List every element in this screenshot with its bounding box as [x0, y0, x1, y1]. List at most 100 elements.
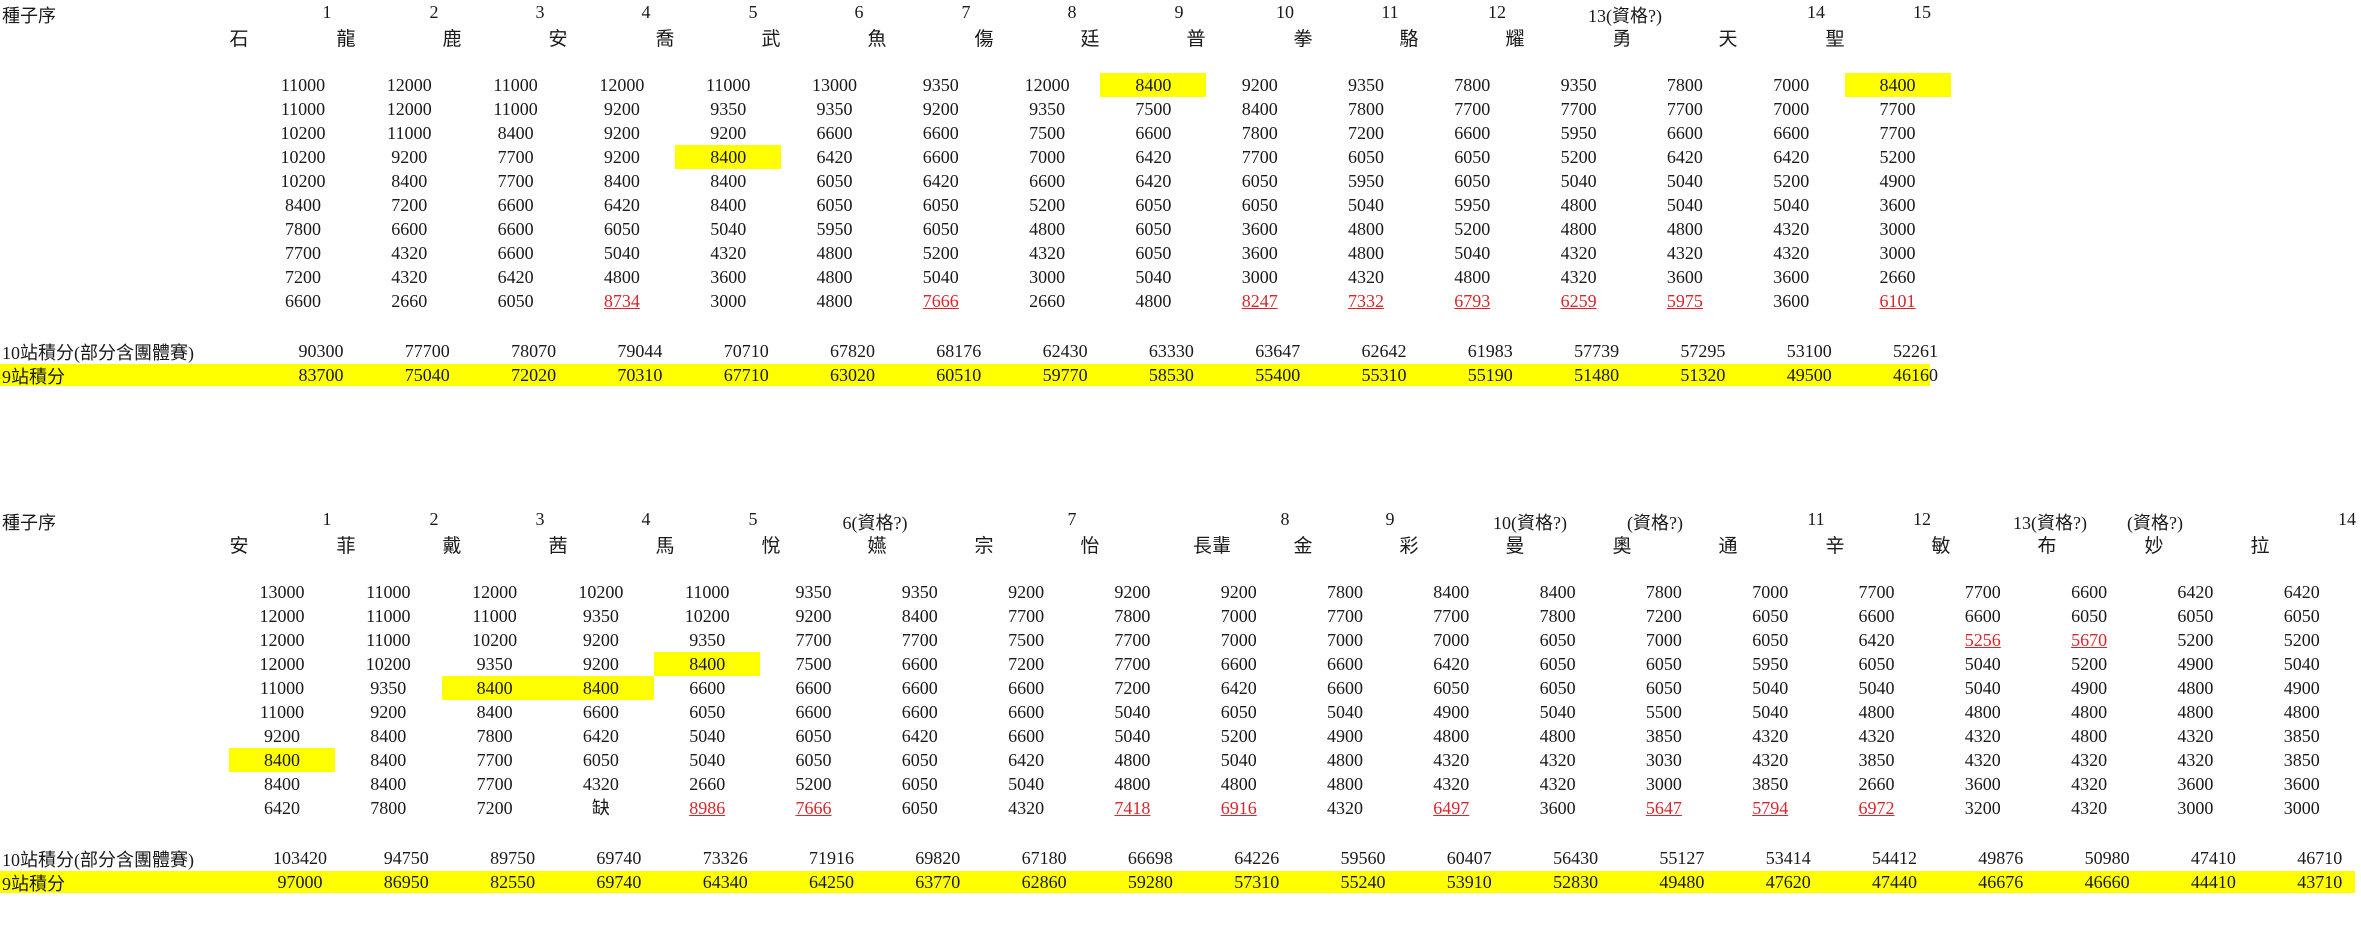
score-cell: 6050 — [1454, 171, 1491, 191]
score-cell: 4900 — [2283, 678, 2320, 698]
score-cell: 9350 — [370, 678, 407, 698]
score-cell: 12000 — [386, 99, 432, 119]
total-9-value: 63770 — [915, 872, 961, 892]
player-name: 辛 — [1825, 536, 1845, 557]
player-name: 彩 — [1399, 536, 1419, 557]
total-9-value: 47620 — [1765, 872, 1811, 892]
score-cell: 8400 — [285, 195, 321, 215]
score-cell: 4800 — [1029, 219, 1066, 239]
score-cell: 6600 — [1029, 171, 1066, 191]
score-cell: 4800 — [1666, 219, 1703, 239]
score-cell: 6600 — [582, 702, 619, 722]
score-cell: 7700 — [1964, 582, 2001, 602]
score-cell: 7800 — [1327, 582, 1363, 602]
seed-number: 4 — [641, 509, 651, 529]
score-cell: 5040 — [710, 219, 747, 239]
score-cell: 7200 — [1645, 606, 1682, 626]
score-cell: 7332 — [1348, 291, 1384, 311]
score-cell: 6420 — [264, 798, 300, 818]
player-name: 通 — [1718, 536, 1738, 557]
score-cell: 6600 — [1964, 606, 2001, 626]
score-cell: 6050 — [1752, 630, 1789, 650]
score-cell: 4320 — [1560, 267, 1597, 287]
score-cell: 8400 — [441, 676, 548, 700]
score-cell: 11000 — [366, 630, 411, 650]
seed-number: 3 — [535, 509, 545, 529]
score-cell: 9200 — [710, 123, 747, 143]
score-cell: 5950 — [1348, 171, 1384, 191]
score-cell: 6420 — [603, 195, 640, 215]
total-9-value: 58530 — [1148, 365, 1194, 385]
seed-number: 3 — [535, 2, 545, 22]
score-cell: 6050 — [1454, 147, 1491, 167]
score-cell: 3850 — [2283, 726, 2320, 746]
score-cell: 11000 — [493, 75, 538, 95]
seed-number: 6 — [854, 2, 864, 22]
score-cell: 9350 — [901, 582, 938, 602]
score-cell: 5040 — [689, 750, 726, 770]
score-cell: 9200 — [603, 123, 640, 143]
score-cell: 4800 — [603, 267, 640, 287]
total-9-value: 57310 — [1234, 872, 1280, 892]
score-cell: 5647 — [1645, 798, 1682, 818]
score-cell: 9200 — [1241, 75, 1278, 95]
score-cell: 6600 — [497, 243, 534, 263]
seed-number: 11 — [1381, 2, 1399, 22]
score-cell: 4800 — [2283, 702, 2320, 722]
score-cell: 11000 — [472, 606, 517, 626]
score-cell: 12000 — [599, 75, 645, 95]
score-cell: 7500 — [795, 654, 832, 674]
score-cell: 7200 — [1008, 654, 1045, 674]
score-cell: 4320 — [2177, 726, 2214, 746]
score-cell: 5040 — [1327, 702, 1363, 722]
total-10-value: 52261 — [1893, 341, 1938, 361]
score-cell: 6600 — [497, 219, 534, 239]
seed-number: 14 — [2338, 509, 2356, 529]
score-cell: 7700 — [476, 750, 513, 770]
score-cell: 7000 — [1773, 75, 1810, 95]
total-10-value: 54412 — [1872, 848, 1917, 868]
score-cell: 7666 — [795, 798, 832, 818]
score-cell: 3000 — [1241, 267, 1278, 287]
total-9-label: 9站積分 — [2, 367, 65, 387]
score-cell: 6972 — [1858, 798, 1895, 818]
player-name: 龍 — [336, 29, 356, 50]
score-cell: 5040 — [1454, 243, 1491, 263]
score-cell: 6050 — [901, 750, 938, 770]
score-cell: 6497 — [1433, 798, 1470, 818]
total-10-value: 78070 — [511, 341, 557, 361]
total-10-value: 57739 — [1574, 341, 1620, 361]
score-cell: 6420 — [1220, 678, 1257, 698]
total-9-value: 62860 — [1021, 872, 1067, 892]
score-cell: 6600 — [795, 702, 832, 722]
score-cell: 4320 — [2071, 750, 2108, 770]
score-cell: 5040 — [1752, 678, 1789, 698]
score-cell: 9350 — [816, 99, 853, 119]
total-9-value: 59280 — [1127, 872, 1173, 892]
score-cell: 4800 — [1454, 267, 1491, 287]
score-cell: 5040 — [1858, 678, 1895, 698]
score-cell: 5950 — [1454, 195, 1491, 215]
score-cell: 8400 — [675, 145, 782, 169]
total-9-value: 49480 — [1659, 872, 1705, 892]
score-cell: 11000 — [493, 99, 538, 119]
score-cell: 6050 — [816, 171, 853, 191]
player-name: 長輩 — [1192, 536, 1232, 557]
score-cell: 10200 — [280, 171, 326, 191]
seed-label: 種子序 — [2, 513, 56, 533]
score-cell: 6600 — [1454, 123, 1491, 143]
player-name: 普 — [1186, 29, 1206, 50]
score-cell: 5975 — [1666, 291, 1703, 311]
seed-number: 11 — [1807, 509, 1825, 529]
score-cell: 7700 — [1114, 630, 1151, 650]
score-cell: 7800 — [1645, 582, 1682, 602]
seed-number: 15 — [1913, 2, 1931, 22]
score-cell: 5040 — [1114, 726, 1151, 746]
score-cell: 6600 — [816, 123, 853, 143]
score-cell: 4320 — [1752, 726, 1789, 746]
score-cell: 2660 — [1879, 267, 1916, 287]
score-cell: 4800 — [1114, 774, 1151, 794]
score-cell: 4800 — [2177, 702, 2214, 722]
score-cell: 8400 — [710, 171, 747, 191]
score-cell: 4320 — [391, 267, 428, 287]
